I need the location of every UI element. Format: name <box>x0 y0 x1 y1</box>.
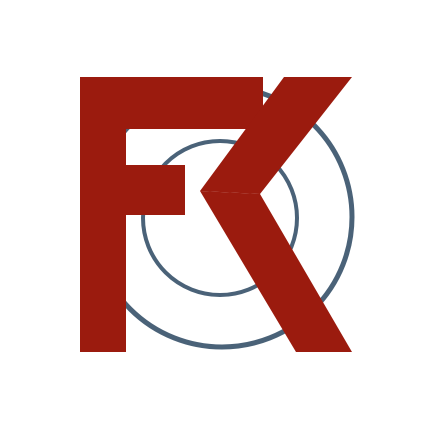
letter-k-lower-diagonal <box>200 191 352 352</box>
fk-monogram-logo <box>80 77 355 352</box>
logo-canvas <box>0 0 434 434</box>
